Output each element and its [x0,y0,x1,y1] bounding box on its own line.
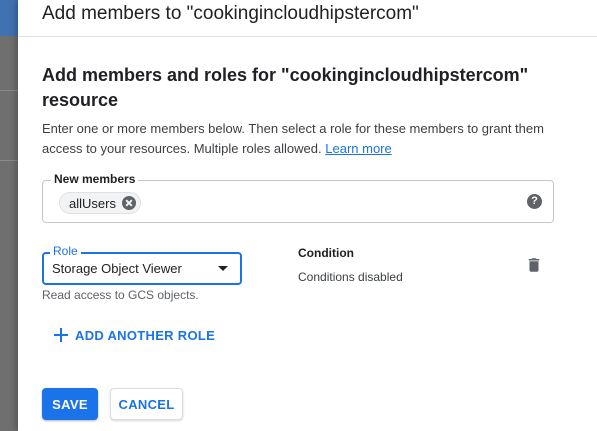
condition-title: Condition [298,246,354,260]
cancel-button[interactable]: CANCEL [110,388,183,420]
remove-chip-icon[interactable] [121,196,136,210]
role-description: Read access to GCS objects. [42,288,199,302]
section-title: Add members and roles for "cookinginclou… [42,65,529,110]
condition-value: Conditions disabled [298,270,403,284]
role-select[interactable]: Role Storage Object Viewer [42,244,242,285]
panel-title: Add members to "cookingincloudhipstercom… [42,3,419,24]
add-members-panel: Add members to "cookingincloudhipstercom… [18,0,597,431]
member-chip-label: allUsers [69,195,116,211]
new-members-field[interactable]: New members allUsers ? [42,172,554,223]
background-divider [0,90,18,91]
panel-header: Add members to "cookingincloudhipstercom… [18,0,597,37]
description: Enter one or more members below. Then se… [42,119,562,159]
new-members-label: New members [51,172,139,186]
background-page [0,0,18,431]
dropdown-arrow-icon [218,266,228,271]
add-another-role-label: ADD ANOTHER ROLE [75,327,216,343]
description-text: Enter one or more members below. Then se… [42,121,544,156]
background-divider [0,160,18,161]
role-label: Role [50,244,81,258]
save-button[interactable]: SAVE [42,388,98,420]
help-icon[interactable]: ? [527,194,542,209]
member-chip[interactable]: allUsers [59,192,141,214]
learn-more-link[interactable]: Learn more [325,141,391,156]
add-another-role-button[interactable]: ADD ANOTHER ROLE [54,325,215,345]
role-selected-value: Storage Object Viewer [52,261,182,276]
background-header [0,0,18,36]
delete-role-icon[interactable] [525,256,543,274]
plus-icon [54,328,68,342]
